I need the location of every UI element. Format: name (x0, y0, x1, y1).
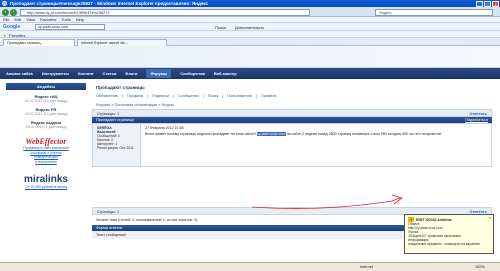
nav-communities[interactable]: Сообщества (180, 71, 205, 76)
nav-analysis[interactable]: Анализ сайта (6, 71, 33, 76)
tab-error[interactable]: Internet Explorer cannot dis... (77, 39, 167, 46)
pagination-bar: Страницы: 1 Ответить (92, 109, 492, 117)
window-controls: _ □ × (476, 0, 499, 7)
sidebar-date: 25.02.2012 (1 дня назад) (25, 125, 67, 129)
menu-view[interactable]: View (26, 17, 35, 22)
nav-webmaster[interactable]: Веб-мастер (214, 71, 237, 76)
back-icon[interactable]: ‹ (2, 8, 9, 16)
site-banner (0, 46, 500, 68)
antivirus-notification[interactable]: × ! ESET NOD32 Antivirus Объект: http://… (404, 214, 494, 254)
zone-label: Internet (360, 265, 373, 269)
star-icon: ★ (3, 32, 7, 38)
zoom-level[interactable]: 100% (475, 265, 485, 269)
sidebar-date: 16.02.2012 (10 дня назад) (24, 112, 68, 116)
menu-edit[interactable]: Edit (14, 17, 21, 22)
post-text-start: Всем привет почему страницы яндекса проп… (145, 132, 258, 137)
address-bar[interactable]: http://www.cy-pr.com/forum/f11/t59637#m2… (20, 8, 310, 16)
pages-label: Страницы: (97, 112, 116, 116)
link-users[interactable]: Пользователи (227, 92, 252, 101)
reply-form-title: Форма ответов (96, 226, 123, 230)
forward-icon[interactable]: › (10, 8, 17, 16)
link-rules[interactable]: Правила (261, 92, 276, 101)
tab-label: Internet Explorer cannot dis... (81, 41, 128, 45)
forum-post: SERЁGA Василатей Сообщений: 1 Баллов: 0 … (92, 123, 492, 167)
pages-label: Страницы: (97, 210, 116, 214)
post-text: Всем привет почему страницы яндекса проп… (145, 132, 487, 137)
google-toolbar: Google cy-pwtx.ucoz.com Поиск Дополнител… (0, 23, 500, 31)
link-profile[interactable]: Профиль (127, 92, 143, 101)
search-placeholder: Яндекс (379, 10, 392, 15)
sidebar-date: 16.02.2012 (10 дня назад) (24, 99, 68, 103)
page-number[interactable]: 1 (117, 112, 119, 116)
menu-favorites[interactable]: Favorites (40, 17, 56, 22)
favorites-bar: ★ Favorites (0, 31, 500, 38)
link-search[interactable]: Поиск (208, 92, 219, 101)
google-search-input[interactable]: cy-pwtx.ucoz.com (35, 24, 105, 30)
forum-links: Обновления | Профиль | Подписки | Сообщения… (92, 92, 492, 101)
ie-icon (2, 1, 7, 6)
address-text: http://www.cy-pr.com/forum/f11/t59637#m2… (27, 10, 110, 15)
menu-help[interactable]: Help (76, 17, 84, 22)
close-button[interactable]: × (492, 0, 499, 7)
yandex-search-input[interactable]: Яндекс (375, 8, 493, 16)
sidebar-head: Апдейты (6, 83, 86, 90)
close-icon[interactable]: × (489, 216, 491, 220)
nav-tools[interactable]: Инструменты (42, 71, 69, 76)
notification-line: соединение прервано - помещено на карант… (408, 242, 480, 246)
favorites-button[interactable]: Favorites (9, 33, 25, 38)
post-author-panel: SERЁGA Василатей Сообщений: 1 Баллов: 0 … (93, 124, 141, 166)
address-row: ‹ › http://www.cy-pr.com/forum/f11/t5963… (0, 7, 500, 17)
miralinks-logo[interactable]: miralinks (6, 174, 86, 185)
reply-link[interactable]: Ответить (469, 110, 487, 116)
breadcrumb[interactable]: Форумы » Поисковая оптимизация » Яндекс (92, 101, 492, 109)
tab-label: Пропадают страниц... (7, 41, 44, 45)
webeffector-logo[interactable]: WebEffector (6, 137, 86, 146)
page-number[interactable]: 1 (117, 210, 119, 214)
nav-hosting[interactable]: Хостинг (78, 71, 94, 76)
sidebar: Апдейты Яндекс тИЦ 16.02.2012 (10 дня на… (6, 79, 86, 271)
page-title: Пропадают страницы (96, 85, 145, 90)
maximize-button[interactable]: □ (484, 0, 491, 7)
tab-forum[interactable]: Пропадают страниц... (3, 39, 75, 46)
miralinks-text[interactable]: От 10,000 рублей в месяц (6, 185, 86, 189)
window-titlebar: Пропадают страницы#message25827 - Window… (0, 0, 500, 7)
link-messages[interactable]: Сообщения (178, 92, 199, 101)
post-date: 27 Февраля 2012 21:56 (145, 126, 184, 130)
nav-articles[interactable]: Статьи (103, 71, 117, 76)
webeffector-link[interactable]: и внутренних (6, 160, 86, 165)
tab-strip: Пропадают страниц... Internet Explorer c… (0, 38, 500, 46)
status-bar: Internet 100% (0, 262, 500, 271)
link-updates[interactable]: Обновления (96, 92, 118, 101)
window-title: Пропадают страницы#message25827 - Window… (10, 1, 208, 6)
minimize-button[interactable]: _ (476, 0, 483, 7)
menu-tools[interactable]: Tools (61, 17, 70, 22)
nav-blogs[interactable]: Блоги (125, 71, 137, 76)
nav-forums[interactable]: Форумы (146, 69, 172, 78)
topic-title: Пропадают страницы (96, 118, 134, 122)
post-body: 27 Февраля 2012 21:56 Всем привет почему… (141, 124, 491, 166)
author-meta: Регистрация: Окт 2011 (97, 146, 134, 150)
google-search-value: cy-pwtx.ucoz.com (38, 25, 69, 29)
subscribe-link[interactable]: Подписаться (465, 117, 488, 123)
post-text-end: на сайте 2 недели назад 2800 страниц поз… (285, 132, 442, 137)
selected-url[interactable]: cy-pwtx.ucoz.com (257, 132, 286, 137)
yandex-search-button[interactable]: Поиск (215, 25, 226, 30)
site-nav: Анализ сайта Инструменты Хостинг Статьи … (0, 68, 500, 79)
link-subscriptions[interactable]: Подписки (152, 92, 169, 101)
extras-button[interactable]: Дополнительно (235, 25, 264, 30)
google-logo: Google (3, 24, 21, 30)
notification-title: ESET NOD32 Antivirus (416, 217, 452, 222)
menu-file[interactable]: File (3, 17, 9, 22)
